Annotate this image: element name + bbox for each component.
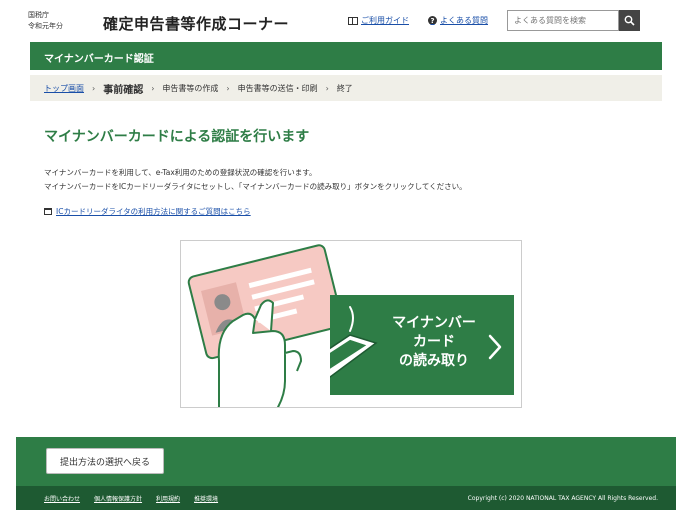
breadcrumb-step: 申告書等の送信・印刷 bbox=[237, 83, 318, 93]
page-title: マイナンバーカードによる認証を行います bbox=[44, 129, 310, 145]
section-title: マイナンバーカード認証 bbox=[44, 54, 154, 65]
tax-year: 令和元年分 bbox=[28, 22, 63, 30]
search-input[interactable] bbox=[507, 10, 619, 31]
agency-name: 国税庁 bbox=[28, 11, 49, 19]
ic-reader-help-link[interactable]: ICカードリーダライタの利用方法に関するご質問はこちら bbox=[44, 206, 251, 217]
footer-link-terms[interactable]: 利用規約 bbox=[156, 494, 180, 503]
footer-link-privacy[interactable]: 個人情報保護方針 bbox=[94, 494, 142, 503]
breadcrumb: トップ画面 › 事前確認 › 申告書等の作成 › 申告書等の送信・印刷 › 終了 bbox=[30, 75, 662, 101]
read-card-label[interactable]: マイナンバー カード の読み取り bbox=[378, 314, 490, 371]
window-icon bbox=[44, 208, 52, 215]
breadcrumb-separator: › bbox=[151, 83, 155, 93]
breadcrumb-step: 終了 bbox=[336, 83, 353, 93]
description-line: マイナンバーカードをICカードリーダライタにセットし、「マイナンバーカードの読み… bbox=[44, 182, 467, 191]
guide-link-label: ご利用ガイド bbox=[361, 16, 409, 25]
book-icon bbox=[348, 16, 358, 25]
description-line: マイナンバーカードを利用して、e-Tax利用のための登録状況の確認を行います。 bbox=[44, 168, 317, 177]
footer-link-contact[interactable]: お問い合わせ bbox=[44, 494, 80, 503]
sub-footer: お問い合わせ 個人情報保護方針 利用規約 推奨環境 Copyright (c) … bbox=[16, 486, 676, 510]
read-card-label-line: の読み取り bbox=[399, 353, 469, 369]
section-band: マイナンバーカード認証 bbox=[30, 42, 662, 70]
search-icon bbox=[624, 15, 635, 26]
description: マイナンバーカードを利用して、e-Tax利用のための登録状況の確認を行います。 … bbox=[44, 166, 467, 194]
faq-link-label: よくある質問 bbox=[440, 16, 488, 25]
breadcrumb-separator: › bbox=[325, 83, 329, 93]
footer-link-environment[interactable]: 推奨環境 bbox=[194, 494, 218, 503]
breadcrumb-separator: › bbox=[226, 83, 230, 93]
read-card-label-line: マイナンバー bbox=[392, 315, 476, 331]
agency-logo[interactable]: 国税庁 令和元年分 bbox=[28, 10, 63, 32]
help-link-label: ICカードリーダライタの利用方法に関するご質問はこちら bbox=[56, 207, 251, 216]
back-button[interactable]: 提出方法の選択へ戻る bbox=[46, 448, 164, 474]
question-icon: ? bbox=[428, 16, 437, 25]
breadcrumb-top[interactable]: トップ画面 bbox=[44, 83, 84, 94]
copyright: Copyright (c) 2020 NATIONAL TAX AGENCY A… bbox=[467, 494, 658, 502]
breadcrumb-separator: › bbox=[92, 83, 96, 93]
site-title: 確定申告書等作成コーナー bbox=[103, 15, 290, 33]
search-button[interactable] bbox=[619, 10, 640, 31]
faq-link[interactable]: ? よくある質問 bbox=[428, 15, 488, 26]
breadcrumb-current: 事前確認 bbox=[103, 84, 144, 96]
read-card-label-line: カード bbox=[413, 334, 455, 350]
breadcrumb-step: 申告書等の作成 bbox=[162, 83, 219, 93]
chevron-right-icon bbox=[488, 334, 502, 360]
guide-link[interactable]: ご利用ガイド bbox=[348, 15, 409, 26]
